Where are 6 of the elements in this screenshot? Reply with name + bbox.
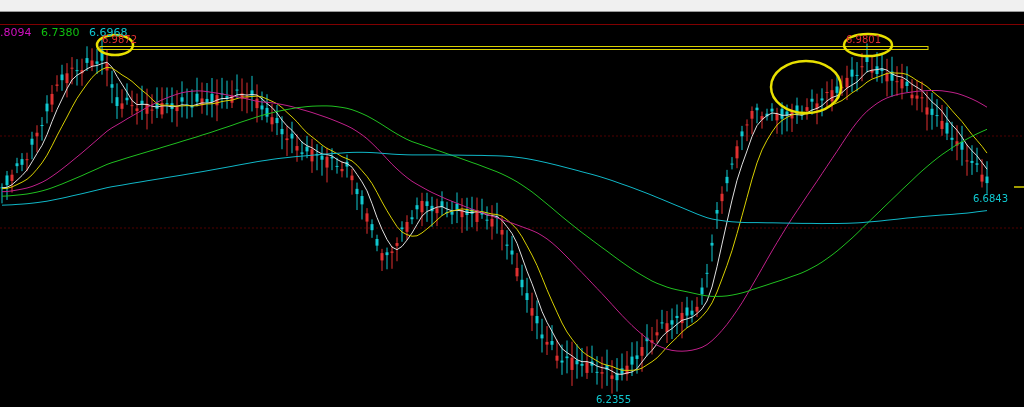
price-label: 6.9801 bbox=[846, 34, 881, 46]
price-label: 6.6843 bbox=[973, 193, 1008, 205]
indicator-value: .8094 bbox=[0, 26, 32, 39]
price-label: 6.2355 bbox=[596, 394, 631, 406]
indicator-value: 6.7380 bbox=[41, 26, 80, 39]
price-marker bbox=[1013, 186, 1024, 188]
